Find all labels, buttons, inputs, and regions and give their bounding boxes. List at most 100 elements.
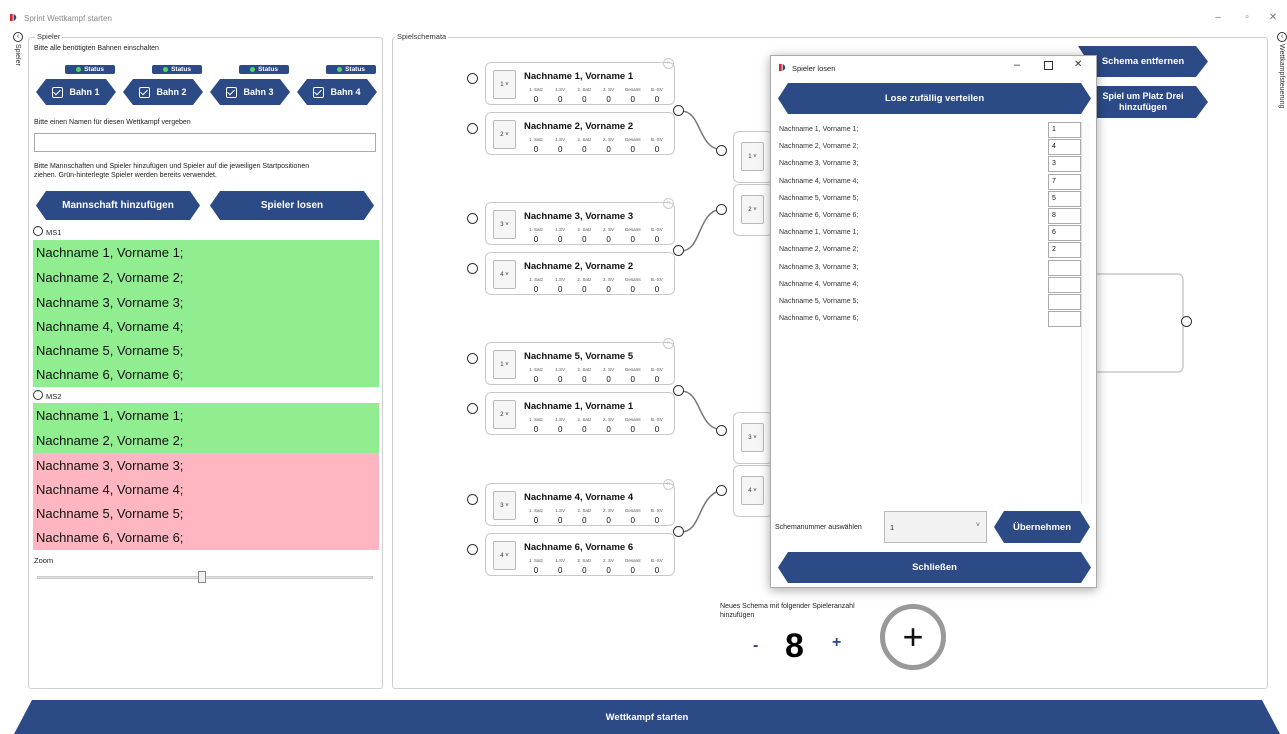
score-value[interactable]: 0 [597, 425, 621, 434]
input-node[interactable] [716, 425, 727, 436]
draw-number-input[interactable] [1048, 276, 1081, 293]
remove-schema-button[interactable]: Schema entfernen [1078, 46, 1208, 77]
minimize-button[interactable]: – [1211, 12, 1225, 23]
seed-select[interactable]: 4 ˅ [741, 476, 764, 505]
list-item[interactable]: Nachname 2, Vorname 2; [33, 428, 379, 453]
bahn-1-toggle[interactable]: Bahn 1 [36, 79, 116, 105]
output-node[interactable] [673, 526, 684, 537]
score-value[interactable]: 0 [645, 95, 669, 104]
seed-select[interactable]: 1 ˅ [741, 142, 764, 171]
score-value[interactable]: 0 [524, 145, 548, 154]
list-item[interactable]: Nachname 3, Vorname 3; [33, 290, 379, 315]
list-item[interactable]: Nachname 2, Vorname 2; [33, 265, 379, 290]
zoom-slider-thumb[interactable] [198, 571, 206, 583]
draw-number-input[interactable]: 8 [1048, 208, 1081, 224]
input-node[interactable] [467, 73, 478, 84]
score-value[interactable]: 0 [548, 285, 572, 294]
draw-number-input[interactable] [1048, 311, 1081, 328]
collapse-left-icon[interactable]: ‹ [13, 32, 23, 42]
score-value[interactable]: 0 [572, 145, 596, 154]
collapse-right-icon[interactable]: ‹ [1277, 32, 1287, 42]
add-team-button[interactable]: Mannschaft hinzufügen [36, 191, 200, 220]
score-value[interactable]: 0 [572, 235, 596, 244]
list-item[interactable]: Nachname 5, Vorname 5; [33, 338, 379, 363]
list-item[interactable]: Nachname 6, Vorname 6; [33, 362, 379, 387]
seed-select[interactable]: 3 ˅ [493, 210, 516, 239]
output-node[interactable] [673, 105, 684, 116]
output-node[interactable] [673, 385, 684, 396]
score-value[interactable]: 0 [597, 145, 621, 154]
collapse-ms1-icon[interactable]: ˆ [33, 226, 43, 236]
list-item[interactable]: Nachname 5, Vorname 5; [33, 501, 379, 526]
score-value[interactable]: 0 [621, 375, 645, 384]
maximize-button[interactable]: ▫ [1240, 12, 1254, 23]
decrease-count-button[interactable]: - [753, 637, 758, 655]
bahn-4-toggle[interactable]: Bahn 4 [297, 79, 377, 105]
random-draw-button[interactable]: Lose zufällig verteilen [778, 83, 1091, 114]
score-value[interactable]: 0 [548, 566, 572, 575]
dialog-scrollbar[interactable] [1081, 122, 1090, 504]
score-value[interactable]: 0 [572, 375, 596, 384]
close-button[interactable]: ✕ [1266, 12, 1280, 23]
score-value[interactable]: 0 [572, 95, 596, 104]
score-value[interactable]: 0 [548, 235, 572, 244]
score-value[interactable]: 0 [645, 566, 669, 575]
score-value[interactable]: 0 [645, 375, 669, 384]
remove-match-icon[interactable]: × [663, 198, 674, 209]
increase-count-button[interactable]: + [832, 634, 841, 652]
seed-select[interactable]: 3 ˅ [741, 423, 764, 452]
seed-select[interactable]: 2 ˅ [493, 400, 516, 429]
dialog-close-button[interactable]: Schließen [778, 552, 1091, 583]
input-node[interactable] [467, 494, 478, 505]
score-value[interactable]: 0 [524, 375, 548, 384]
score-value[interactable]: 0 [645, 285, 669, 294]
score-value[interactable]: 0 [597, 285, 621, 294]
draw-number-input[interactable]: 1 [1048, 122, 1081, 138]
third-place-button[interactable]: Spiel um Platz Drei hinzufügen [1078, 86, 1208, 118]
draw-number-input[interactable] [1048, 259, 1081, 276]
score-value[interactable]: 0 [572, 566, 596, 575]
score-value[interactable]: 0 [621, 285, 645, 294]
dialog-minimize-button[interactable]: – [1014, 59, 1020, 71]
score-value[interactable]: 0 [548, 95, 572, 104]
add-schema-button[interactable]: + [880, 604, 946, 670]
remove-match-icon[interactable]: × [663, 338, 674, 349]
score-value[interactable]: 0 [572, 516, 596, 525]
final-output-node[interactable] [1181, 316, 1192, 327]
score-value[interactable]: 0 [621, 566, 645, 575]
score-value[interactable]: 0 [524, 235, 548, 244]
competition-name-input[interactable] [34, 133, 376, 152]
score-value[interactable]: 0 [621, 95, 645, 104]
score-value[interactable]: 0 [548, 425, 572, 434]
list-item[interactable]: Nachname 1, Vorname 1; [33, 240, 379, 265]
draw-number-input[interactable]: 6 [1048, 225, 1081, 242]
input-node[interactable] [467, 213, 478, 224]
score-value[interactable]: 0 [597, 566, 621, 575]
dialog-close-icon[interactable]: ✕ [1074, 59, 1082, 70]
bahn-3-toggle[interactable]: Bahn 3 [210, 79, 290, 105]
score-value[interactable]: 0 [645, 145, 669, 154]
score-value[interactable]: 0 [524, 566, 548, 575]
score-value[interactable]: 0 [621, 235, 645, 244]
team-ms1-label[interactable]: MS1 [46, 228, 61, 237]
list-item[interactable]: Nachname 3, Vorname 3; [33, 453, 379, 478]
collapse-ms2-icon[interactable]: ˆ [33, 390, 43, 400]
score-value[interactable]: 0 [645, 425, 669, 434]
score-value[interactable]: 0 [597, 95, 621, 104]
score-value[interactable]: 0 [548, 516, 572, 525]
list-item[interactable]: Nachname 4, Vorname 4; [33, 314, 379, 339]
seed-select[interactable]: 1 ˅ [493, 70, 516, 99]
draw-number-input[interactable]: 5 [1048, 190, 1081, 207]
seed-select[interactable]: 3 ˅ [493, 491, 516, 520]
score-value[interactable]: 0 [524, 516, 548, 525]
list-item[interactable]: Nachname 4, Vorname 4; [33, 477, 379, 502]
input-node[interactable] [467, 263, 478, 274]
score-value[interactable]: 0 [524, 95, 548, 104]
score-value[interactable]: 0 [645, 235, 669, 244]
side-tab-spieler[interactable]: Spieler [14, 44, 21, 66]
score-value[interactable]: 0 [597, 516, 621, 525]
draw-players-button[interactable]: Spieler losen [210, 191, 374, 220]
side-tab-wettkampfsteuerung[interactable]: Wettkampfsteuerung [1278, 44, 1285, 108]
input-node[interactable] [716, 145, 727, 156]
list-item[interactable]: Nachname 1, Vorname 1; [33, 403, 379, 428]
